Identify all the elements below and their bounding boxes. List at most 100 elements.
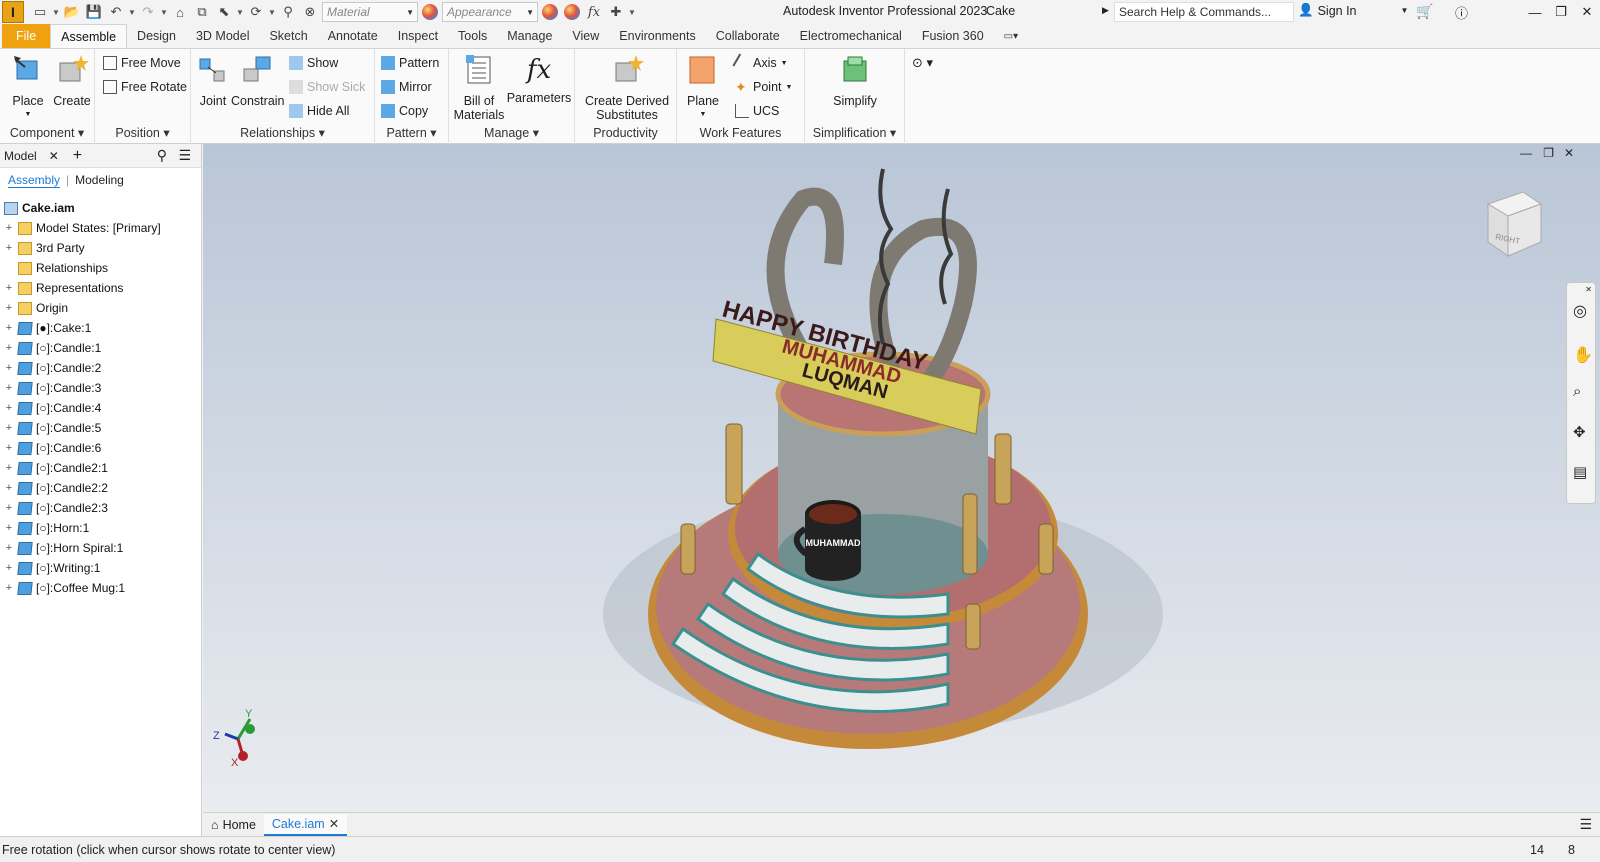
panel-title-relationships[interactable]: Relationships ▾ — [191, 124, 374, 142]
pan-icon[interactable]: ✋ — [1573, 345, 1593, 365]
tree-item[interactable]: + [○]:Candle:2 — [0, 358, 102, 378]
new-dropdown-icon[interactable]: ▼ — [52, 8, 60, 17]
copy-icon[interactable]: ⧉ — [192, 2, 212, 22]
doc-tab-cake[interactable]: Cake.iam ✕ — [263, 813, 348, 836]
place-button[interactable]: Place ▼ — [6, 53, 50, 122]
expand-icon[interactable]: + — [4, 562, 14, 574]
tab-tools[interactable]: Tools — [448, 24, 497, 48]
point-button[interactable]: ✦ Point ▼ — [735, 77, 792, 97]
viewport-close-icon[interactable]: ✕ — [1564, 146, 1574, 160]
customize-qat-icon[interactable]: ▼ — [628, 8, 636, 17]
tab-assemble[interactable]: Assemble — [50, 24, 128, 48]
tree-root[interactable]: Cake.iam — [0, 198, 75, 218]
create-derived-substitutes-button[interactable]: Create Derived Substitutes — [579, 53, 675, 122]
help-icon[interactable]: ⓘ — [1455, 3, 1468, 22]
orbit-icon[interactable]: ✥ — [1573, 423, 1586, 441]
select-dropdown-icon[interactable]: ▼ — [236, 8, 244, 17]
steering-wheel-icon[interactable]: ◎ — [1573, 301, 1587, 321]
menu-icon[interactable]: ☰ — [1579, 816, 1592, 833]
search-icon[interactable]: ⚲ — [157, 147, 167, 164]
axis-button[interactable]: Axis ▼ — [732, 53, 788, 73]
expand-icon[interactable]: + — [4, 502, 14, 514]
close-icon[interactable]: ✕ — [1574, 0, 1600, 24]
doc-tab-home[interactable]: ⌂ Home — [203, 814, 264, 836]
tab-annotate[interactable]: Annotate — [318, 24, 388, 48]
tree-item[interactable]: +3rd Party — [0, 238, 85, 258]
select-icon[interactable]: ⬉ — [214, 2, 234, 22]
tab-design[interactable]: Design — [127, 24, 186, 48]
parameters-button[interactable]: fx Parameters — [505, 53, 573, 105]
redo-dropdown-icon[interactable]: ▼ — [160, 8, 168, 17]
tree-item[interactable]: + Origin — [0, 298, 68, 318]
expand-icon[interactable]: + — [4, 382, 14, 394]
expand-icon[interactable]: + — [4, 542, 14, 554]
viewport-minimize-icon[interactable]: — — [1520, 146, 1532, 160]
tree-item[interactable]: + [○]:Candle2:1 — [0, 458, 108, 478]
free-rotate-button[interactable]: Free Rotate — [103, 77, 187, 97]
help-search-input[interactable]: Search Help & Commands... — [1114, 2, 1294, 22]
tree-item[interactable]: + [○]:Candle:3 — [0, 378, 102, 398]
new-icon[interactable]: ▭ — [30, 2, 50, 22]
update-dropdown-icon[interactable]: ▼ — [268, 8, 276, 17]
expand-icon[interactable]: + — [4, 222, 14, 234]
expand-icon[interactable]: + — [4, 282, 14, 294]
open-icon[interactable]: 📂 — [62, 2, 82, 22]
panel-title-simplification[interactable]: Simplification ▾ — [805, 124, 904, 142]
tree-item[interactable]: Relationships — [0, 258, 108, 278]
undo-dropdown-icon[interactable]: ▼ — [128, 8, 136, 17]
menu-icon[interactable]: ☰ — [178, 147, 191, 164]
subtab-assembly[interactable]: Assembly — [8, 173, 61, 188]
expand-icon[interactable]: + — [4, 402, 14, 414]
close-icon[interactable]: ✕ — [49, 149, 59, 163]
expand-icon[interactable]: + — [4, 342, 14, 354]
tree-item[interactable]: + [●]:Cake:1 — [0, 318, 92, 338]
free-move-button[interactable]: Free Move — [103, 53, 181, 73]
tree-item[interactable]: + [○]:Candle2:2 — [0, 478, 108, 498]
adjust-appearance-icon[interactable] — [542, 4, 558, 20]
expand-icon[interactable]: + — [4, 422, 14, 434]
render-icon[interactable]: ⊗ — [300, 2, 320, 22]
plane-button[interactable]: Plane ▼ — [681, 53, 725, 122]
tab-file[interactable]: File — [2, 24, 51, 48]
tree-item[interactable]: + [○]:Candle:4 — [0, 398, 102, 418]
expand-icon[interactable]: + — [4, 462, 14, 474]
graphics-viewport[interactable]: MUHAMMAD HAPPY BIRTHDAY MUHAMMAD LUQMAN … — [203, 144, 1600, 812]
search-expand-icon[interactable]: ▶ — [1102, 5, 1109, 16]
expand-icon[interactable]: + — [4, 362, 14, 374]
panel-title-manage[interactable]: Manage ▾ — [449, 124, 574, 142]
browser-tab-model[interactable]: Model — [4, 149, 37, 163]
joint-button[interactable]: Joint — [195, 53, 231, 108]
ribbon-more-icon[interactable]: ⊙ ▾ — [912, 55, 933, 71]
tab-3d-model[interactable]: 3D Model — [186, 24, 260, 48]
tree-item[interactable]: + Representations — [0, 278, 124, 298]
home-icon[interactable]: ⌂ — [170, 2, 190, 22]
plus-icon[interactable]: ✚ — [606, 2, 626, 22]
tree-item[interactable]: + [○]:Horn Spiral:1 — [0, 538, 124, 558]
mirror-button[interactable]: Mirror — [381, 77, 432, 97]
inventor-logo[interactable]: I — [2, 1, 24, 23]
close-icon[interactable]: ✕ — [1585, 285, 1592, 294]
subtab-modeling[interactable]: Modeling — [75, 173, 124, 187]
panel-title-pattern[interactable]: Pattern ▾ — [375, 124, 448, 142]
tab-fusion-360[interactable]: Fusion 360 — [912, 24, 994, 48]
show-button[interactable]: Show — [289, 53, 338, 73]
expand-icon[interactable]: + — [4, 522, 14, 534]
tab-electromechanical[interactable]: Electromechanical — [790, 24, 912, 48]
sign-in-button[interactable]: 👤 Sign In ▼ — [1298, 3, 1408, 18]
tab-manage[interactable]: Manage — [497, 24, 562, 48]
tree-item[interactable]: + [○]:Writing:1 — [0, 558, 101, 578]
panel-title-component[interactable]: Component ▾ — [0, 124, 94, 142]
expand-icon[interactable]: + — [4, 322, 14, 334]
material-combo[interactable]: Material ▼ — [322, 2, 418, 22]
tab-sketch[interactable]: Sketch — [259, 24, 317, 48]
save-icon[interactable]: 💾 — [84, 2, 104, 22]
panel-title-position[interactable]: Position ▾ — [95, 124, 190, 142]
minimize-icon[interactable]: — — [1522, 0, 1548, 24]
tab-environments[interactable]: Environments — [609, 24, 705, 48]
clear-appearance-icon[interactable] — [564, 4, 580, 20]
tab-inspect[interactable]: Inspect — [388, 24, 448, 48]
expand-icon[interactable]: + — [4, 302, 14, 314]
bill-of-materials-button[interactable]: Bill of Materials — [453, 53, 505, 122]
show-sick-button[interactable]: Show Sick — [289, 77, 365, 97]
appearance-combo[interactable]: Appearance ▼ — [442, 2, 538, 22]
